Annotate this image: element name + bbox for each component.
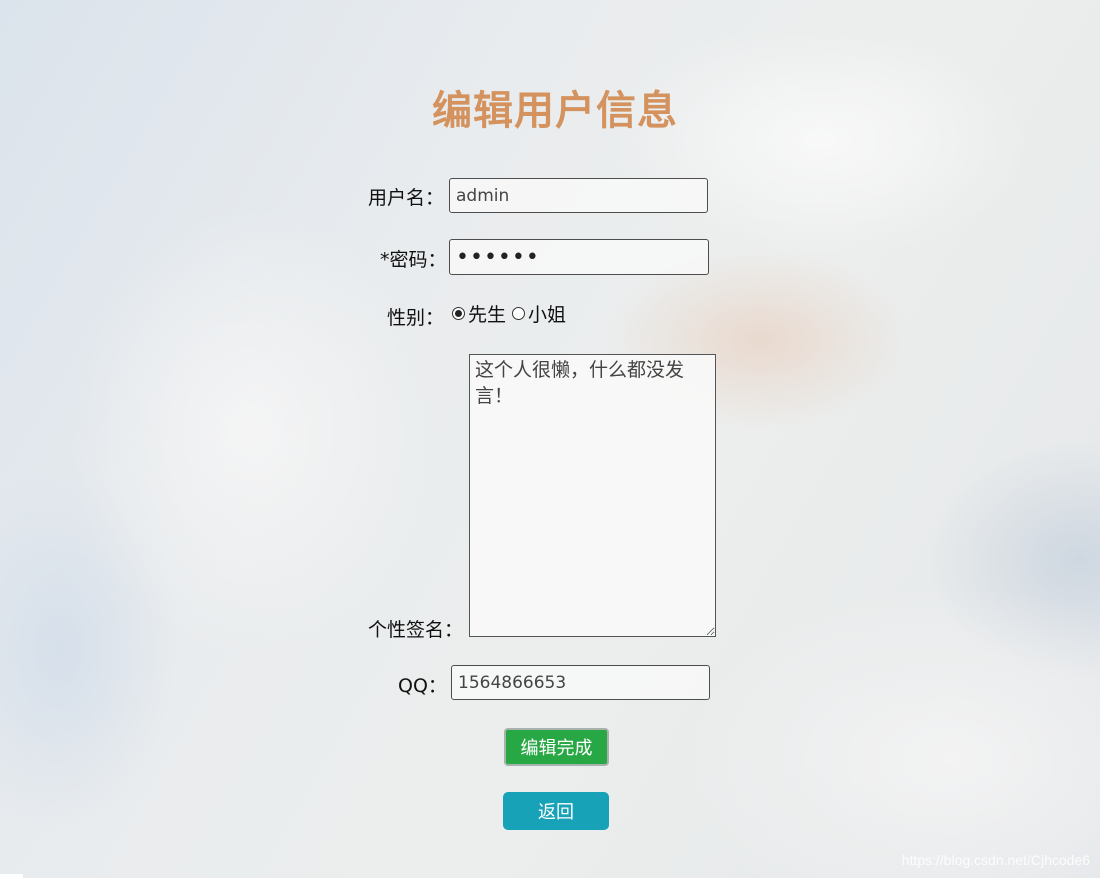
- gender-option-female[interactable]: 小姐: [512, 300, 566, 327]
- gender-option-male[interactable]: 先生: [452, 300, 506, 327]
- page-title: 编辑用户信息: [432, 88, 678, 134]
- gender-radio-group: 先生 小姐: [452, 300, 566, 327]
- submit-edit-button[interactable]: 编辑完成: [504, 728, 609, 766]
- password-input[interactable]: [449, 239, 709, 275]
- watermark: https://blog.csdn.net/Cjhcode6: [901, 852, 1090, 868]
- radio-checked-icon[interactable]: [452, 307, 465, 320]
- gender-label: 性别：: [387, 307, 445, 329]
- qq-input[interactable]: [451, 665, 710, 700]
- username-input[interactable]: [449, 178, 708, 213]
- corner-mark: [0, 874, 23, 878]
- back-button[interactable]: 返回: [503, 792, 609, 830]
- password-label: *密码：: [380, 249, 447, 271]
- qq-label: QQ：: [398, 675, 447, 697]
- signature-label: 个性签名：: [368, 619, 464, 641]
- gender-option-label: 先生: [468, 304, 507, 326]
- username-label: 用户名：: [368, 187, 445, 209]
- signature-textarea[interactable]: 这个人很懒，什么都没发言！: [469, 354, 716, 637]
- radio-unchecked-icon[interactable]: [512, 307, 526, 320]
- gender-option-label: 小姐: [528, 304, 567, 326]
